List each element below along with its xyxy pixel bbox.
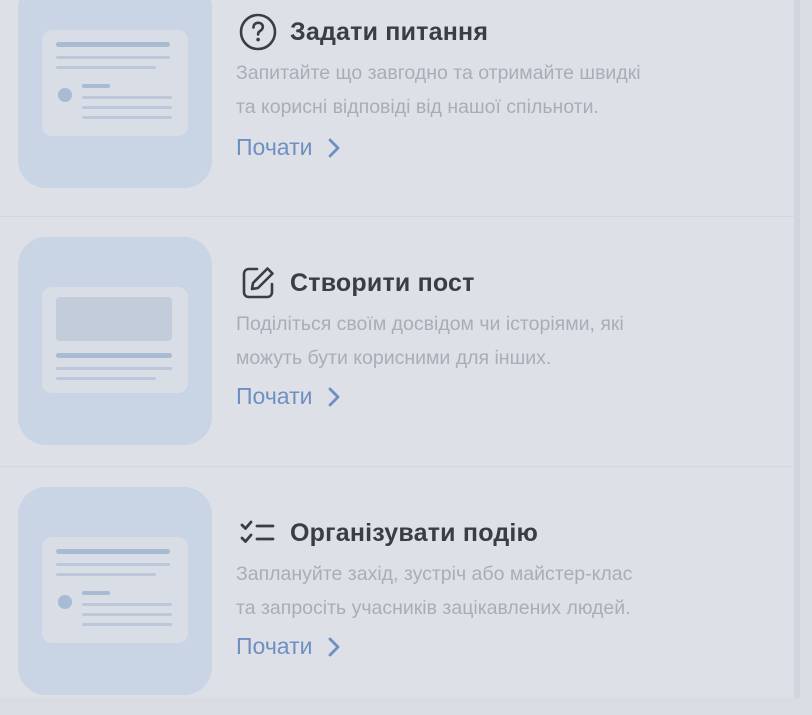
card-title: Організувати подію (238, 513, 538, 553)
illustration-document (42, 30, 188, 136)
start-link[interactable]: Почати (236, 134, 340, 161)
chevron-right-icon (328, 387, 340, 407)
start-link[interactable]: Почати (236, 383, 340, 410)
question-circle-icon (238, 12, 278, 52)
card-title-text: Організувати подію (290, 518, 539, 547)
card-ask-question[interactable]: Задати питання Запитайте що завгодно та … (0, 0, 800, 208)
card-title-text: Задати питання (290, 17, 489, 46)
chevron-right-icon (328, 637, 340, 657)
card-title-text: Створити пост (290, 268, 475, 297)
card-description: Заплануйте захід, зустріч або майстер-кл… (236, 563, 633, 619)
start-link-label: Почати (236, 134, 313, 160)
illustration-document (42, 537, 188, 643)
card-illustration (18, 487, 212, 695)
card-create-post[interactable]: Створити пост Поділіться своїм досвідом … (0, 216, 800, 465)
card-title: Створити пост (238, 263, 475, 303)
start-link-label: Почати (236, 383, 313, 409)
illustration-document (42, 287, 188, 393)
card-description: Запитайте що завгодно та отримайте швидк… (236, 62, 641, 118)
card-organize-event[interactable]: Організувати подію Заплануйте захід, зус… (0, 466, 800, 715)
card-description: Поділіться своїм досвідом чи історіями, … (236, 313, 624, 369)
checklist-icon (238, 513, 278, 553)
start-link-label: Почати (236, 633, 313, 659)
card-title: Задати питання (238, 12, 488, 52)
card-illustration (18, 237, 212, 445)
edit-pencil-icon (238, 263, 278, 303)
start-link[interactable]: Почати (236, 633, 340, 660)
chevron-right-icon (328, 138, 340, 158)
card-illustration (18, 0, 212, 188)
action-cards-list: Задати питання Запитайте що завгодно та … (0, 0, 800, 698)
